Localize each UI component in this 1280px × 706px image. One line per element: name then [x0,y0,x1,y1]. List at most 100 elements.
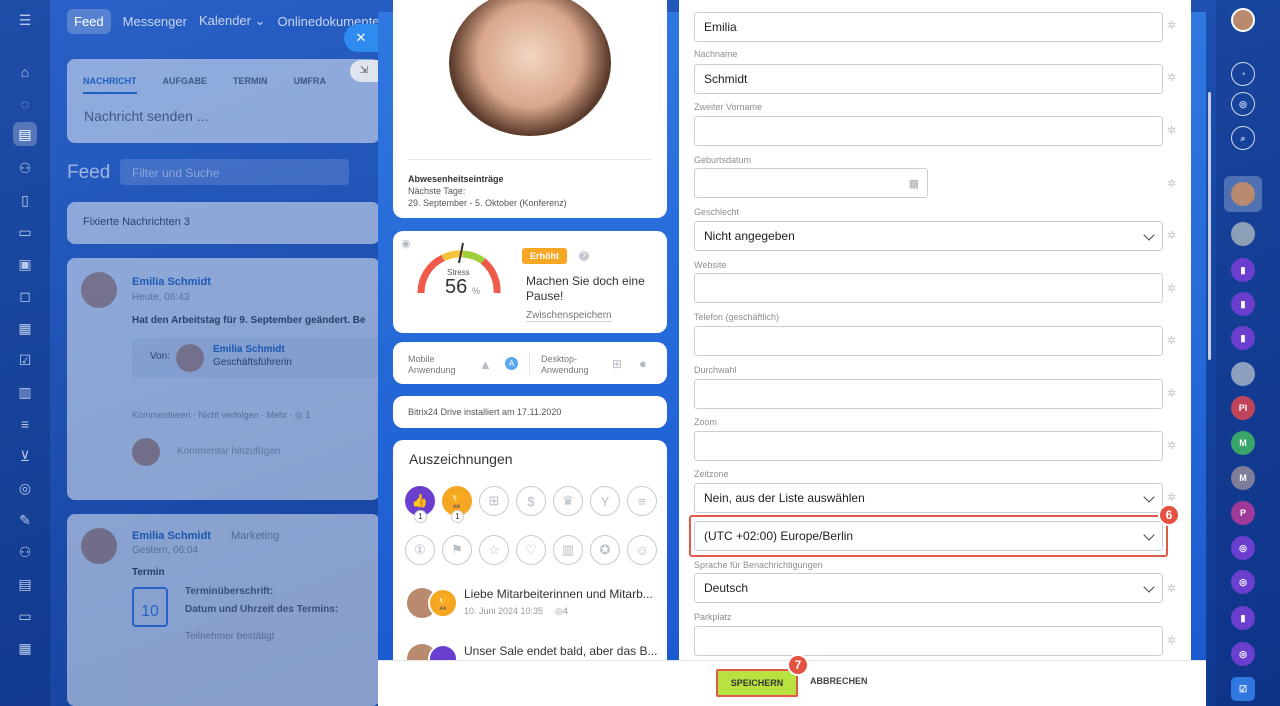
copilot-icon[interactable]: ◎ [1231,92,1255,116]
analytics-icon[interactable]: ▥ [13,380,37,404]
star-icon[interactable]: ☆ [479,535,509,565]
flag-icon[interactable]: ⚑ [442,535,472,565]
chat-avatar-pl[interactable]: Pl [1231,396,1255,420]
chat-icon[interactable]: ◻ [13,284,37,308]
gear-icon[interactable]: ✲ [1167,126,1177,137]
gear-icon[interactable]: ✲ [1167,493,1177,504]
chat-avatar[interactable] [1231,182,1255,206]
news-text[interactable]: Unser Sale endet bald, aber das B... [464,644,657,658]
save-button[interactable]: SPEICHERN [716,669,798,697]
sign-icon[interactable]: ✎ [13,508,37,532]
event-confirm[interactable]: Teilnehmer bestätigt [185,631,275,642]
profile-photo[interactable] [449,0,611,136]
nav-messenger[interactable]: Messenger [123,14,187,29]
cake-icon[interactable]: ≡ [627,486,657,516]
appstore-icon[interactable]: A [505,357,518,370]
heart-icon[interactable]: ♡ [516,535,546,565]
compose-input[interactable]: Nachricht senden ... [67,94,380,138]
target-icon[interactable]: ◎ [13,476,37,500]
android-icon[interactable]: ▲ [479,357,492,372]
user-avatar[interactable] [1231,8,1255,32]
chat-icon[interactable]: ▮ [1231,326,1255,350]
chat-avatar-m[interactable]: M [1231,431,1255,455]
gear-icon[interactable]: ✲ [1167,584,1177,595]
chat-icon[interactable]: ▮ [1231,258,1255,282]
docs-icon[interactable]: ▯ [13,188,37,212]
chat-icon[interactable]: ▮ [1231,292,1255,316]
bell-icon[interactable]: ◔ [1231,62,1255,86]
group-avatar[interactable] [1231,222,1255,246]
windows-icon[interactable]: ⊞ [612,357,622,371]
menu-icon[interactable]: ☰ [13,8,37,32]
chat-icon[interactable]: ▮ [1231,606,1255,630]
cancel-button[interactable]: ABBRECHEN [810,676,868,686]
tab-message[interactable]: NACHRICHT [83,76,137,94]
feed-search[interactable]: Filter und Suche [120,159,349,185]
home-icon[interactable]: ⌂ [13,60,37,84]
gear-icon[interactable]: ✲ [1167,636,1177,647]
website-input[interactable] [694,273,1163,303]
gear-icon[interactable]: ✲ [1167,336,1177,347]
number-one-icon[interactable]: ① [405,535,435,565]
grid-icon[interactable]: ▦ [13,636,37,660]
tab-poll[interactable]: UMFRA [294,76,327,94]
gear-icon[interactable]: ✲ [1167,231,1177,242]
parking-input[interactable] [694,626,1163,656]
stress-save-link[interactable]: Zwischenspeichern [526,310,612,322]
close-icon[interactable]: ✕ [344,24,378,52]
scrollbar[interactable] [1208,92,1211,360]
crown-icon[interactable]: ♛ [553,486,583,516]
money-icon[interactable]: $ [516,486,546,516]
search-icon[interactable]: ⌕ [1231,126,1255,150]
gear-icon[interactable]: ✲ [1167,389,1177,400]
birthdate-input[interactable]: ▦ [694,168,928,198]
tasks-icon[interactable]: ☑ [1231,677,1255,701]
copilot-icon[interactable]: ◎ [1231,536,1255,560]
monitor-icon[interactable]: ▣ [13,252,37,276]
from-name[interactable]: Emilia Schmidt [213,344,285,355]
chat-avatar-p[interactable]: P [1231,501,1255,525]
calendar-icon[interactable]: ▦ [13,316,37,340]
calendar-icon[interactable]: ▦ [909,177,919,190]
tasks-icon[interactable]: ◌ [13,92,37,116]
timezone-mode-select[interactable]: Nein, aus der Liste auswählen [694,483,1163,513]
filter-icon[interactable]: ≡ [13,412,37,436]
drive-icon[interactable]: ▭ [13,220,37,244]
comment-input[interactable]: Kommentar hinzufügen [177,446,280,457]
group-avatar[interactable] [1231,362,1255,386]
apple-icon[interactable]: ● [639,356,647,371]
post-author[interactable]: Emilia Schmidt [132,530,211,542]
team-icon[interactable]: ⚇ [13,540,37,564]
medal-icon[interactable]: ✪ [590,535,620,565]
tab-task[interactable]: AUFGABE [163,76,208,94]
check-icon[interactable]: ☑ [13,348,37,372]
cart-icon[interactable]: ⊻ [13,444,37,468]
gear-icon[interactable]: ✲ [1167,284,1177,295]
gear-icon[interactable]: ✲ [1167,179,1177,190]
gender-select[interactable]: Nicht angegeben [694,221,1163,251]
chart-icon[interactable]: ▥ [553,535,583,565]
copilot-icon[interactable]: ◎ [1231,570,1255,594]
eye-icon[interactable]: ◉ [401,237,411,250]
middle-name-input[interactable] [694,116,1163,146]
box-icon[interactable]: ▭ [13,604,37,628]
nav-calendar[interactable]: Kalender ⌄ [199,13,266,29]
last-name-input[interactable]: Schmidt [694,64,1163,94]
chat-avatar-m[interactable]: M [1231,466,1255,490]
groups-icon[interactable]: ⚇ [13,156,37,180]
news-text[interactable]: Liebe Mitarbeiterinnen und Mitarb... [464,587,653,601]
collapse-icon[interactable]: ⇲ [350,60,378,82]
feed-icon[interactable]: ▤ [13,122,37,146]
post-author[interactable]: Emilia Schmidt [132,276,211,288]
gear-icon[interactable]: ✲ [1167,21,1177,32]
tab-event[interactable]: TERMIN [233,76,268,94]
first-name-input[interactable]: Emilia [694,12,1163,42]
extension-input[interactable] [694,379,1163,409]
list-icon[interactable]: ▤ [13,572,37,596]
pinned-bar[interactable]: Fixierte Nachrichten 3 [67,202,380,244]
cocktail-icon[interactable]: Y [590,486,620,516]
nav-feed[interactable]: Feed [67,8,111,34]
gear-icon[interactable]: ✲ [1167,441,1177,452]
timezone-select[interactable]: (UTC +02:00) Europe/Berlin [694,521,1163,551]
help-icon[interactable]: ? [579,251,589,261]
